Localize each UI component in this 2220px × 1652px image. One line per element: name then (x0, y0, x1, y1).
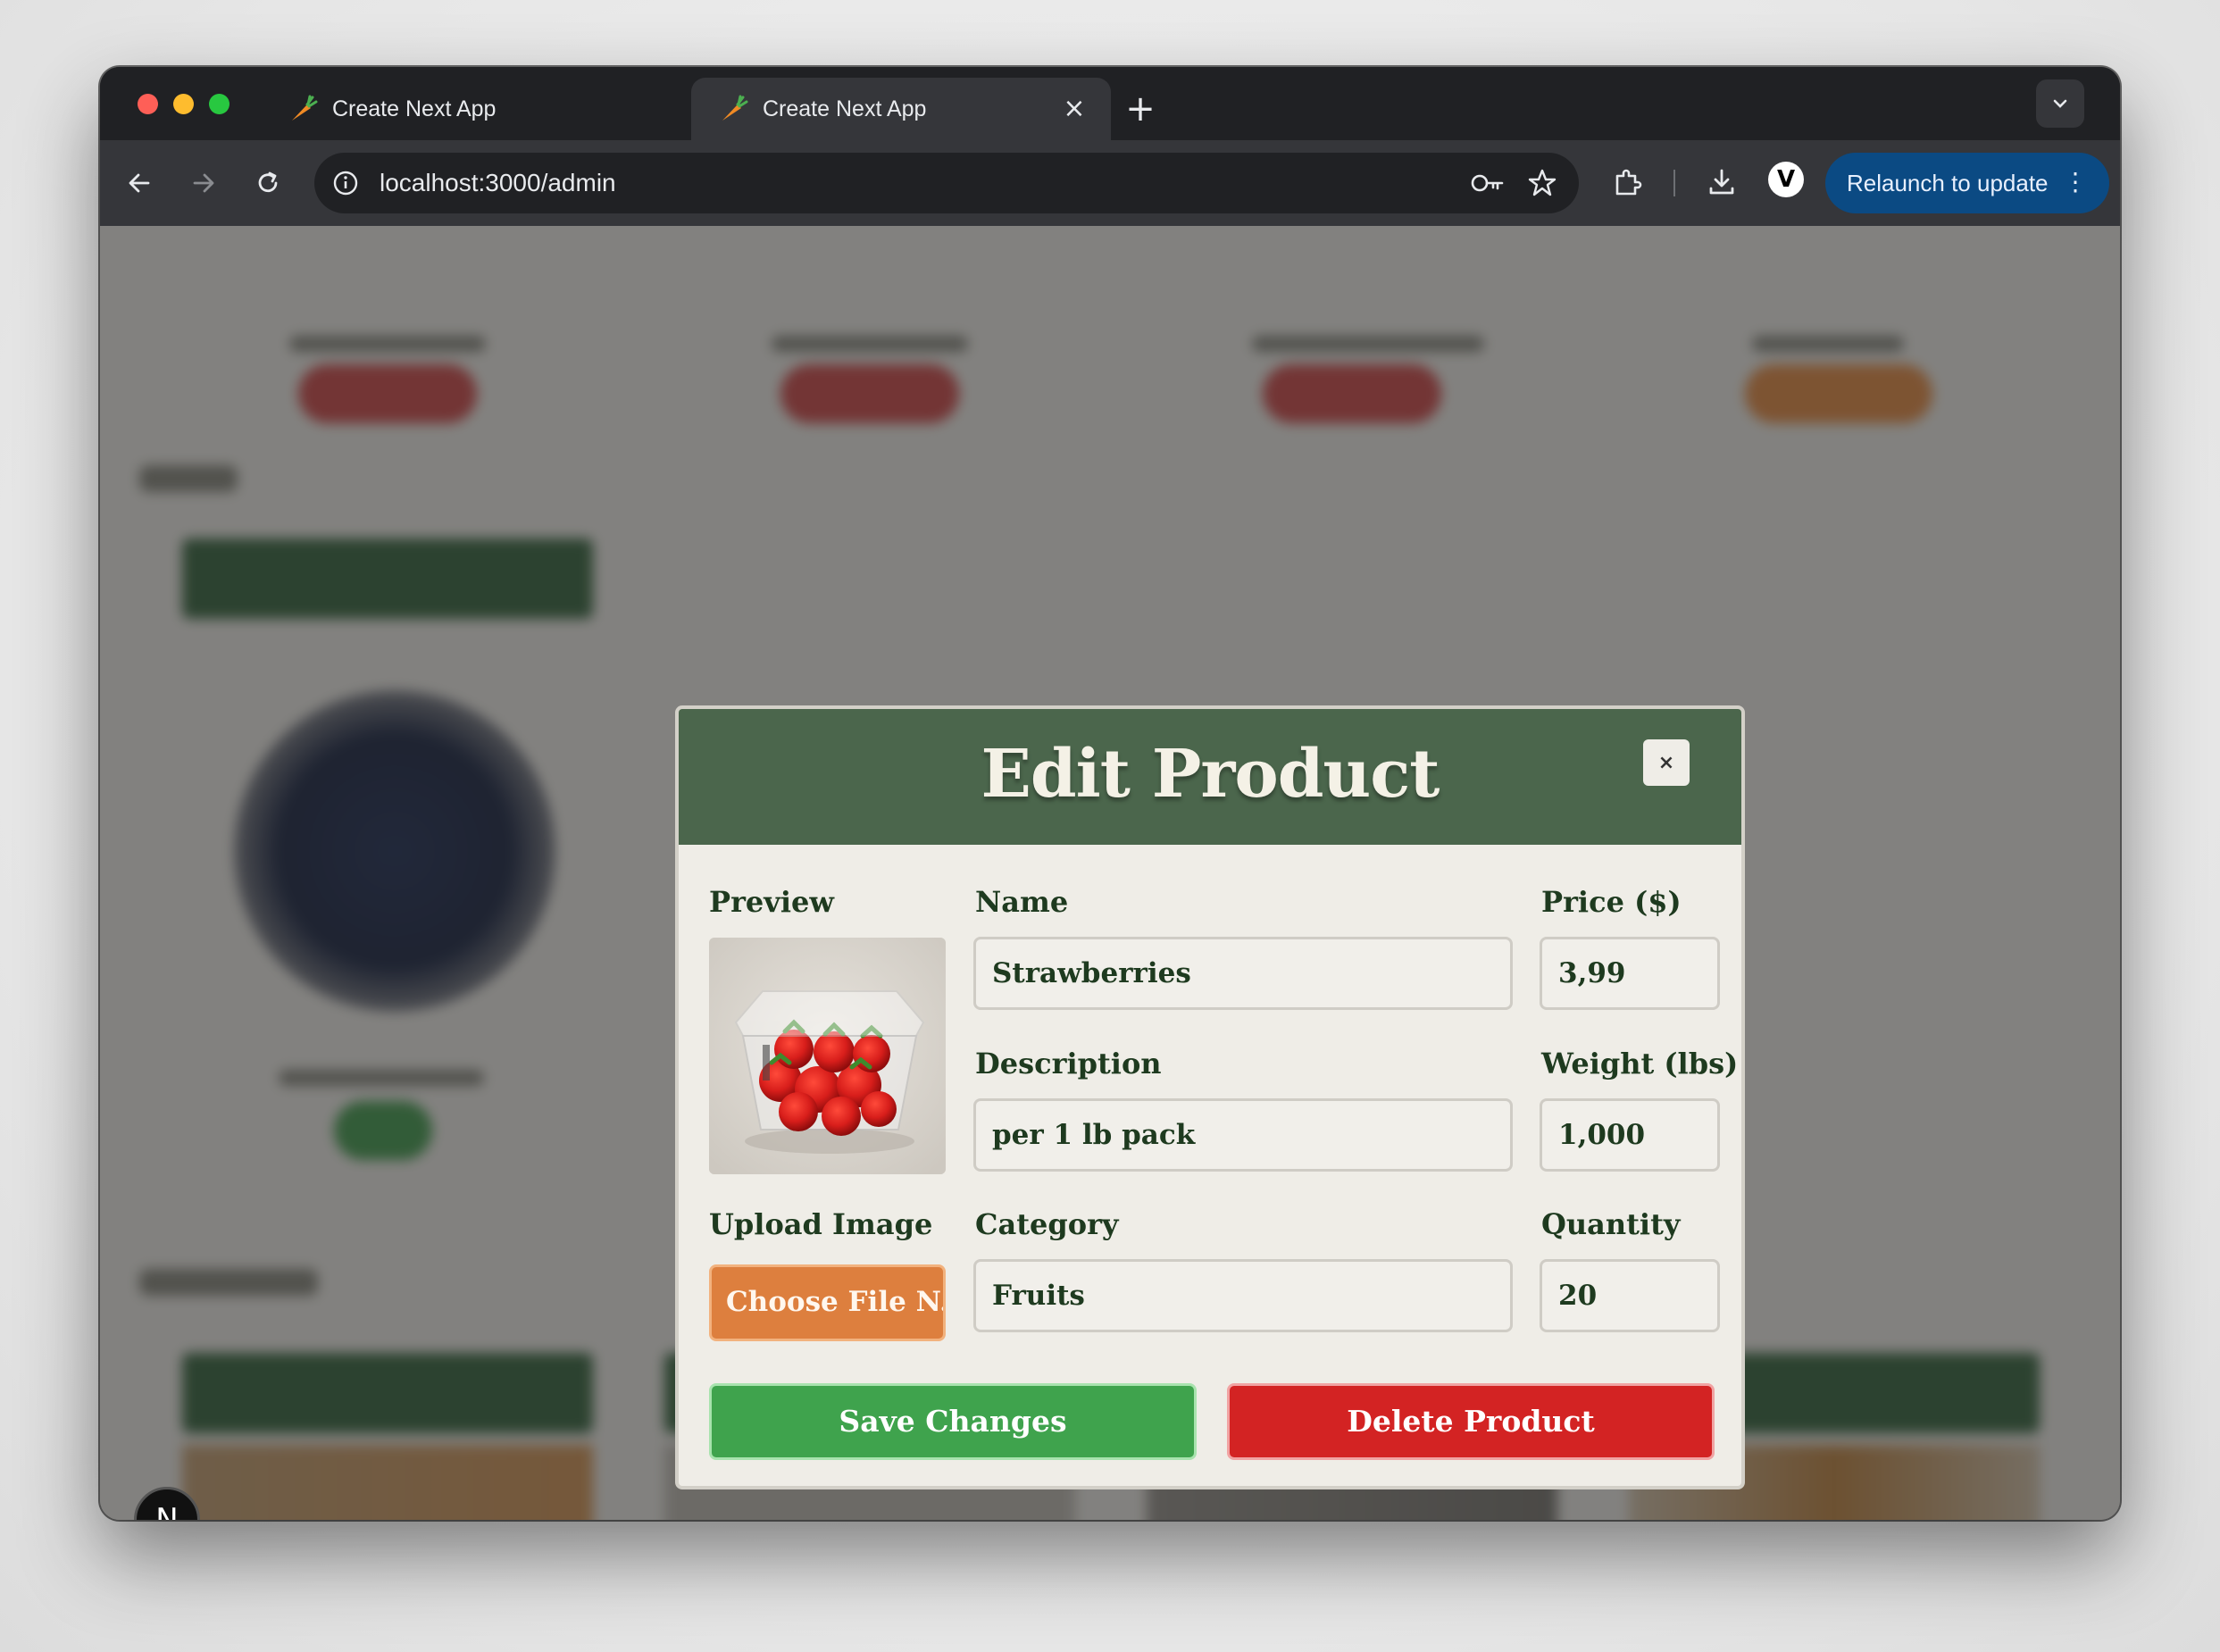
choose-file-button[interactable]: Choose File N... (709, 1264, 946, 1341)
close-tab-icon[interactable]: × (1061, 96, 1088, 122)
browser-window: Create Next App × Create Next App × + (100, 67, 2120, 1520)
name-input[interactable]: Strawberries (973, 937, 1513, 1010)
quantity-input[interactable]: 20 (1540, 1259, 1720, 1332)
site-info-icon[interactable] (330, 168, 361, 198)
category-input[interactable]: Fruits (973, 1259, 1513, 1332)
close-modal-button[interactable]: × (1643, 739, 1690, 786)
maximize-window-button[interactable] (209, 94, 230, 114)
delete-product-button[interactable]: Delete Product (1227, 1383, 1715, 1460)
product-preview-image (709, 938, 946, 1174)
tab-search-chevron-icon[interactable] (2036, 79, 2084, 128)
new-tab-icon[interactable]: + (1118, 87, 1163, 131)
browser-toolbar: localhost:3000/admin V Relaunch to updat… (100, 140, 2120, 226)
modal-header: Edit Product × (679, 709, 1741, 845)
password-key-icon[interactable] (1470, 167, 1506, 199)
carrot-favicon-icon (718, 94, 748, 124)
tab-strip: Create Next App × Create Next App × + (100, 67, 2120, 140)
forward-icon[interactable] (182, 162, 225, 204)
preview-label: Preview (709, 885, 834, 919)
extensions-icon[interactable] (1609, 164, 1645, 200)
reload-icon[interactable] (246, 162, 289, 204)
tab-title: Create Next App (763, 96, 927, 121)
edit-product-modal: Edit Product × Preview Name Strawberries… (675, 705, 1745, 1489)
page-content: Edit Product × Preview Name Strawberries… (100, 226, 2120, 1520)
more-menu-icon[interactable]: ⋮ (2063, 166, 2088, 198)
price-input[interactable]: 3,99 (1540, 937, 1720, 1010)
relaunch-label: Relaunch to update (1847, 170, 2049, 196)
category-label: Category (975, 1207, 1119, 1241)
modal-title: Edit Product (981, 736, 1440, 813)
tab-title: Create Next App (332, 96, 497, 121)
tab-2-active[interactable]: Create Next App × (691, 78, 1111, 140)
close-window-button[interactable] (138, 94, 158, 114)
weight-label: Weight (lbs) (1541, 1047, 1739, 1080)
name-label: Name (975, 885, 1069, 919)
weight-input[interactable]: 1,000 (1540, 1098, 1720, 1172)
upload-image-label: Upload Image (709, 1207, 933, 1241)
address-bar[interactable]: localhost:3000/admin (314, 153, 1579, 213)
bookmark-star-icon[interactable] (1525, 166, 1559, 200)
profile-avatar[interactable]: V (1768, 162, 1804, 197)
quantity-label: Quantity (1541, 1207, 1681, 1241)
back-icon[interactable] (118, 162, 161, 204)
price-label: Price ($) (1541, 885, 1682, 919)
description-label: Description (975, 1047, 1162, 1080)
download-icon[interactable] (1704, 164, 1740, 200)
carrot-favicon-icon (288, 94, 318, 124)
url-text: localhost:3000/admin (380, 169, 616, 196)
relaunch-to-update-button[interactable]: Relaunch to update ⋮ (1825, 153, 2109, 213)
minimize-window-button[interactable] (173, 94, 194, 114)
toolbar-divider (1672, 167, 1677, 199)
save-changes-button[interactable]: Save Changes (709, 1383, 1197, 1460)
description-input[interactable]: per 1 lb pack (973, 1098, 1513, 1172)
